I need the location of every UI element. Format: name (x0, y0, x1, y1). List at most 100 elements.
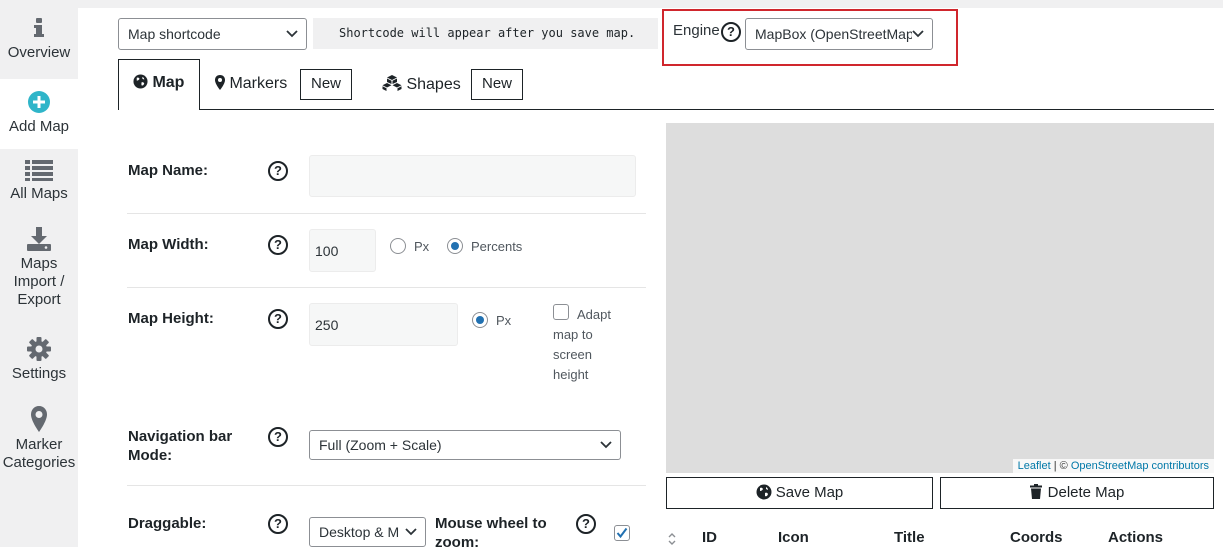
chevron-down-icon (405, 518, 417, 546)
plus-circle-icon (28, 91, 50, 113)
sort-icon[interactable] (668, 532, 676, 546)
help-glyph: ? (274, 163, 282, 178)
tab-markers[interactable]: Markers (215, 75, 287, 93)
shortcode-select-value: Map shortcode (128, 26, 221, 42)
tab-shapes[interactable]: Shapes (382, 75, 461, 94)
engine-select-value: MapBox (OpenStreetMap (755, 26, 914, 42)
map-height-help-icon[interactable]: ? (268, 309, 288, 329)
gear-icon (27, 337, 51, 361)
top-strip (78, 0, 1223, 8)
map-width-label: Map Width: (128, 236, 209, 253)
new-marker-button[interactable]: New (300, 69, 352, 100)
new-shape-button[interactable]: New (471, 69, 523, 100)
map-height-input[interactable]: 250 (309, 303, 458, 346)
mouse-wheel-label: Mouse wheel to zoom: (435, 515, 547, 551)
chevron-down-icon (912, 19, 924, 49)
sidebar-item-import-export[interactable]: Maps Import / Export (0, 227, 78, 309)
width-percents-radio[interactable] (447, 238, 463, 254)
sidebar-item-label: Overview (7, 44, 71, 61)
sidebar-item-add-map[interactable]: Add Map (0, 79, 78, 149)
attribution-separator: | © (1050, 460, 1071, 472)
help-glyph: ? (274, 311, 282, 326)
globe-icon (756, 484, 772, 500)
map-pin-icon (31, 406, 47, 432)
delete-map-label: Delete Map (1047, 484, 1125, 501)
nav-bar-select[interactable]: Full (Zoom + Scale) (309, 430, 621, 460)
column-header-coords[interactable]: Coords (1010, 529, 1063, 546)
sidebar-item-overview[interactable]: Overview (0, 16, 78, 62)
map-name-label: Map Name: (128, 162, 209, 179)
delete-map-button[interactable]: Delete Map (940, 477, 1214, 509)
leaflet-link[interactable]: Leaflet (1018, 460, 1051, 472)
width-px-radio[interactable] (390, 238, 406, 254)
engine-label: Engine (673, 22, 720, 39)
cubes-icon (382, 75, 402, 91)
draggable-select[interactable]: Desktop & M (309, 517, 426, 547)
active-tab-gap (119, 108, 199, 111)
nav-bar-label: Navigation bar Mode: (128, 428, 233, 464)
save-map-button[interactable]: Save Map (666, 477, 933, 509)
tab-shapes-text: Shapes (406, 76, 461, 93)
help-glyph: ? (274, 516, 282, 531)
map-attribution: Leaflet | © OpenStreetMap contributors (1012, 459, 1214, 473)
engine-help-icon[interactable]: ? (721, 22, 741, 42)
sidebar-item-label: Settings (11, 365, 67, 382)
map-width-help-icon[interactable]: ? (268, 235, 288, 255)
list-icon (25, 160, 53, 181)
help-glyph: ? (727, 24, 735, 39)
sidebar-item-label: Marker Categories (2, 436, 76, 471)
sidebar-item-marker-categories[interactable]: Marker Categories (0, 406, 78, 472)
globe-icon (133, 74, 148, 89)
map-name-input[interactable] (309, 155, 636, 197)
column-header-id[interactable]: ID (702, 529, 717, 546)
checkmark-icon (616, 527, 628, 539)
row-divider (127, 405, 646, 406)
mouse-wheel-checkbox[interactable] (614, 525, 630, 541)
nav-bar-select-value: Full (Zoom + Scale) (319, 437, 442, 453)
osm-link[interactable]: OpenStreetMap contributors (1071, 460, 1209, 472)
download-icon (27, 227, 51, 251)
sidebar-item-settings[interactable]: Settings (0, 337, 78, 383)
width-percents-label: Percents (471, 239, 523, 254)
map-name-help-icon[interactable]: ? (268, 161, 288, 181)
admin-sidebar: Overview Add Map All Maps Maps Import / … (0, 0, 78, 547)
sidebar-item-label: All Maps (10, 185, 68, 202)
nav-bar-help-icon[interactable]: ? (268, 427, 288, 447)
map-width-input[interactable]: 100 (309, 229, 376, 272)
adapt-height-label: Adapt map to screen height (553, 307, 611, 382)
draggable-label: Draggable: (128, 515, 207, 532)
draggable-help-icon[interactable]: ? (268, 514, 288, 534)
tab-markers-text: Markers (229, 75, 288, 92)
tab-map-label[interactable]: Map (133, 74, 184, 92)
column-header-icon[interactable]: Icon (778, 529, 809, 546)
sidebar-item-label: Maps Import / Export (13, 255, 65, 308)
map-preview[interactable]: Leaflet | © OpenStreetMap contributors (666, 123, 1214, 473)
row-divider (127, 485, 646, 486)
help-glyph: ? (274, 237, 282, 252)
help-glyph: ? (274, 429, 282, 444)
tab-divider (118, 109, 1214, 110)
height-px-label: Px (496, 313, 512, 328)
info-icon (34, 18, 44, 37)
chevron-down-icon (600, 441, 612, 449)
sidebar-item-all-maps[interactable]: All Maps (0, 159, 78, 203)
help-glyph: ? (582, 516, 590, 531)
shortcode-note: Shortcode will appear after you save map… (313, 18, 658, 49)
save-map-label: Save Map (775, 484, 844, 501)
shortcode-select[interactable]: Map shortcode (118, 18, 307, 50)
column-header-title[interactable]: Title (894, 529, 925, 546)
column-header-actions[interactable]: Actions (1108, 529, 1163, 546)
height-px-radio[interactable] (472, 312, 488, 328)
width-px-label: Px (414, 239, 430, 254)
map-marker-icon (215, 75, 225, 90)
row-divider (127, 287, 646, 288)
trash-icon (1029, 484, 1042, 499)
row-divider (127, 213, 646, 214)
mouse-wheel-help-icon[interactable]: ? (576, 514, 596, 534)
sidebar-item-label: Add Map (8, 118, 70, 135)
draggable-select-value: Desktop & M (319, 524, 400, 540)
chevron-down-icon (286, 30, 298, 38)
tab-map-text: Map (152, 74, 185, 91)
map-height-label: Map Height: (128, 310, 214, 327)
engine-select[interactable]: MapBox (OpenStreetMap (745, 18, 933, 50)
